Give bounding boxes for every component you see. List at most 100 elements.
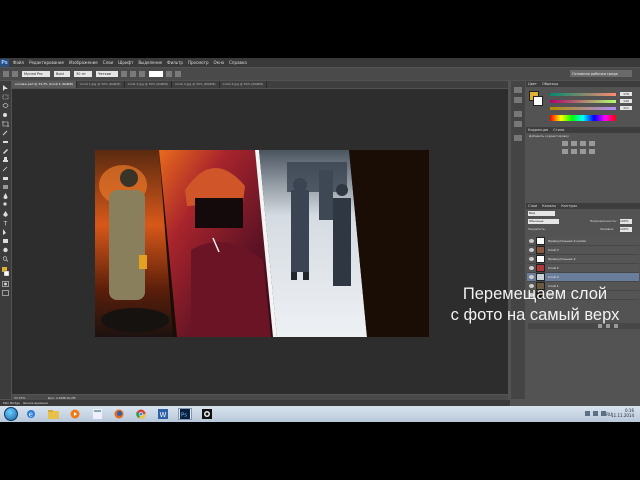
menu-image[interactable]: Изображение [69,60,98,65]
document-canvas[interactable] [95,150,429,337]
tab-document-3[interactable]: Слой 2.jpg @ 50% (RGB/8) [125,81,173,88]
tab-styles[interactable]: Стили [553,128,564,132]
photoshop-taskbar-icon[interactable]: Ps [178,408,192,420]
camera-app-icon[interactable] [200,408,214,420]
eye-icon[interactable] [529,266,534,270]
crop-tool-icon[interactable] [2,121,9,127]
menu-file[interactable]: Файл [13,60,24,65]
start-button[interactable] [4,407,18,421]
warp-text-icon[interactable] [166,71,172,77]
red-value[interactable]: 176 [620,92,632,96]
fill-field[interactable]: 100% [620,227,632,232]
menu-filter[interactable]: Фильтр [167,60,183,65]
color-ramp[interactable] [550,115,616,121]
flag-icon[interactable] [601,411,606,416]
eye-icon[interactable] [529,248,534,252]
lasso-tool-icon[interactable] [2,103,9,109]
layer-row[interactable]: Слой 2 [527,264,639,273]
text-color-swatch[interactable] [149,71,163,77]
menu-help[interactable]: Справка [229,60,247,65]
calculator-icon[interactable] [90,408,104,420]
blend-mode-select[interactable]: Обычные [528,219,559,224]
blue-slider[interactable] [550,107,616,110]
quick-selection-tool-icon[interactable] [2,112,9,118]
firefox-icon[interactable] [112,408,126,420]
brightness-adjust-icon[interactable] [562,141,568,146]
levels-adjust-icon[interactable] [571,141,577,146]
chrome-icon[interactable] [134,408,148,420]
color-swatches-icon[interactable] [2,267,9,277]
dodge-tool-icon[interactable] [2,202,9,208]
marquee-tool-icon[interactable] [2,94,9,100]
align-right-icon[interactable] [139,71,145,77]
word-icon[interactable]: W [156,408,170,420]
shape-tool-icon[interactable] [2,238,9,244]
eye-icon[interactable] [529,275,534,279]
font-family-select[interactable]: Myriad Pro [22,71,50,77]
media-player-icon[interactable] [68,408,82,420]
blur-tool-icon[interactable] [2,193,9,199]
history-brush-tool-icon[interactable] [2,166,9,172]
healing-brush-tool-icon[interactable] [2,139,9,145]
type-tool-icon[interactable] [3,71,9,77]
blue-value[interactable]: 111 [620,106,632,110]
history-panel-icon[interactable] [514,87,522,93]
menu-type[interactable]: Шрифт [118,60,133,65]
explorer-icon[interactable] [46,408,60,420]
align-center-icon[interactable] [130,71,136,77]
tab-timeline[interactable]: Шкала времени [23,401,48,405]
layer-row[interactable]: Слой 3 [527,246,639,255]
tab-color[interactable]: Цвет [528,82,537,86]
opacity-field[interactable]: 100% [620,219,632,224]
canvas-area[interactable] [12,89,508,394]
eraser-tool-icon[interactable] [2,175,9,181]
green-slider[interactable] [550,100,616,103]
zoom-tool-icon[interactable] [2,256,9,262]
tab-swatches[interactable]: Образцы [542,82,558,86]
properties-panel-icon[interactable] [514,97,522,103]
curves-adjust-icon[interactable] [580,141,586,146]
tab-document-4[interactable]: Слой 3.jpg @ 50% (RGB/8) [172,81,220,88]
menu-view[interactable]: Просмотр [188,60,209,65]
brush-tool-icon[interactable] [2,148,9,154]
hue-saturation-adjust-icon[interactable] [562,149,568,154]
move-tool-icon[interactable] [2,85,9,91]
character-panel-icon[interactable] [175,71,181,77]
eye-icon[interactable] [529,257,534,261]
paragraph-panel-icon[interactable] [514,121,522,127]
info-panel-icon[interactable] [514,135,522,141]
layer-row-selected[interactable]: Слой 4 [527,273,639,282]
red-slider[interactable] [550,93,616,96]
clone-stamp-tool-icon[interactable] [2,157,9,163]
ie-icon[interactable]: e [24,408,38,420]
tab-channels[interactable]: Каналы [542,204,556,208]
menu-edit[interactable]: Редактирование [29,60,64,65]
type-tool-icon[interactable]: T [2,220,9,227]
exposure-adjust-icon[interactable] [589,141,595,146]
character-panel-icon[interactable] [514,111,522,117]
green-value[interactable]: 140 [620,99,632,103]
workspace-switcher[interactable]: Основная рабочая среда [570,70,632,77]
tab-document-2[interactable]: Слой 1.jpg @ 50% (RGB/8) [77,81,125,88]
layer-row[interactable]: Прямоугольник 2 [527,255,639,264]
clock[interactable]: 0:16 11.11.2014 [611,408,634,418]
volume-icon[interactable] [593,411,598,416]
quick-mask-icon[interactable] [2,281,9,287]
font-size-field[interactable]: 30 пт [74,71,92,77]
tab-document-5[interactable]: Слой 4.jpg @ 50% (RGB/8) [220,81,268,88]
menu-select[interactable]: Выделение [138,60,162,65]
background-color-swatch[interactable] [533,96,543,106]
layer-filter-select[interactable]: Вид [528,211,555,216]
align-left-icon[interactable] [121,71,127,77]
network-icon[interactable] [585,411,590,416]
tab-document-1[interactable]: коллаж.psd @ 33,3% (Слой 4, RGB/8) [12,81,78,88]
eyedropper-tool-icon[interactable] [2,130,9,136]
tab-adjustments[interactable]: Коррекция [528,128,548,132]
orientation-toggle-icon[interactable] [12,71,18,77]
pen-tool-icon[interactable] [2,211,9,217]
color-balance-adjust-icon[interactable] [571,149,577,154]
path-selection-tool-icon[interactable] [2,229,9,235]
font-style-select[interactable]: Bold [54,71,70,77]
tab-layers[interactable]: Слои [528,204,537,208]
tab-mini-bridge[interactable]: Mini Bridge [3,401,20,405]
